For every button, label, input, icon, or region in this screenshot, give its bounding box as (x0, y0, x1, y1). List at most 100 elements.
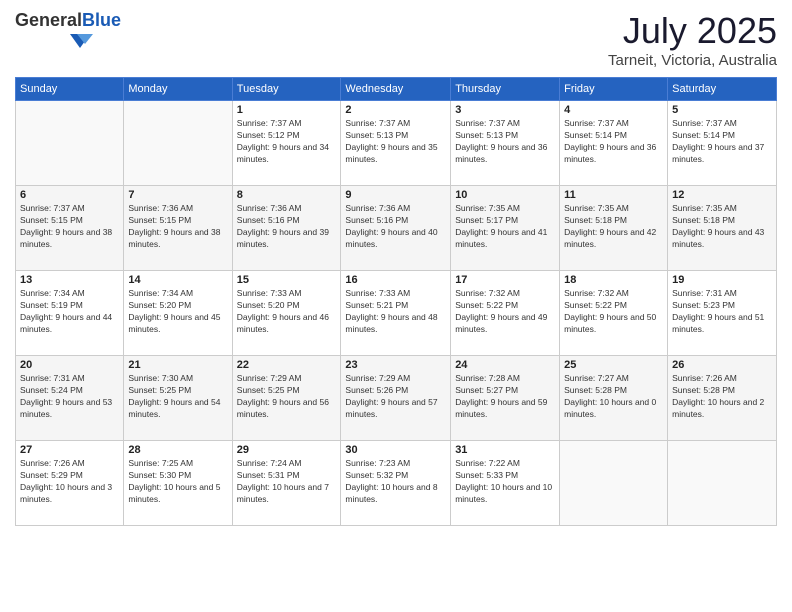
day-number: 5 (672, 104, 772, 116)
day-cell (16, 101, 124, 186)
day-cell: 25 Sunrise: 7:27 AM Sunset: 5:28 PM Dayli… (560, 356, 668, 441)
day-cell: 2Sunrise: 7:37 AM Sunset: 5:13 PM Daylig… (341, 101, 451, 186)
day-info: Sunrise: 7:36 AM Sunset: 5:16 PM Dayligh… (237, 203, 337, 251)
month-title: July 2025 (608, 10, 777, 52)
day-info: Sunrise: 7:23 AM Sunset: 5:32 PM Dayligh… (345, 458, 446, 506)
day-info: Sunrise: 7:29 AM Sunset: 5:26 PM Dayligh… (345, 373, 446, 421)
day-number: 16 (345, 274, 446, 286)
day-cell: 24 Sunrise: 7:28 AM Sunset: 5:27 PM Dayli… (451, 356, 560, 441)
day-cell: 20Sunrise: 7:31 AM Sunset: 5:24 PM Dayli… (16, 356, 124, 441)
day-cell: 15 Sunrise: 7:33 AM Sunset: 5:20 PM Dayli… (232, 271, 341, 356)
day-info: Sunrise: 7:37 AM Sunset: 5:14 PM Dayligh… (672, 118, 772, 166)
day-number: 6 (20, 189, 119, 201)
day-info: Sunrise: 7:31 AM Sunset: 5:23 PM Dayligh… (672, 288, 772, 336)
day-info: Sunrise: 7:25 AM Sunset: 5:30 PM Dayligh… (128, 458, 227, 506)
day-cell: 31 Sunrise: 7:22 AM Sunset: 5:33 PM Dayli… (451, 441, 560, 526)
day-number: 25 (564, 359, 663, 371)
day-cell: 14 Sunrise: 7:34 AM Sunset: 5:20 PM Dayli… (124, 271, 232, 356)
logo-general-text: General (15, 10, 82, 30)
day-info: Sunrise: 7:37 AM Sunset: 5:13 PM Dayligh… (345, 118, 446, 166)
day-cell: 27 Sunrise: 7:26 AM Sunset: 5:29 PM Dayli… (16, 441, 124, 526)
day-info: Sunrise: 7:37 AM Sunset: 5:12 PM Dayligh… (237, 118, 337, 166)
day-info: Sunrise: 7:29 AM Sunset: 5:25 PM Dayligh… (237, 373, 337, 421)
day-number: 20 (20, 359, 119, 371)
day-cell: 11Sunrise: 7:35 AM Sunset: 5:18 PM Dayli… (560, 186, 668, 271)
day-info: Sunrise: 7:36 AM Sunset: 5:16 PM Dayligh… (345, 203, 446, 251)
day-info: Sunrise: 7:26 AM Sunset: 5:28 PM Dayligh… (672, 373, 772, 421)
day-number: 24 (455, 359, 555, 371)
day-info: Sunrise: 7:32 AM Sunset: 5:22 PM Dayligh… (455, 288, 555, 336)
day-info: Sunrise: 7:33 AM Sunset: 5:21 PM Dayligh… (345, 288, 446, 336)
day-cell: 16 Sunrise: 7:33 AM Sunset: 5:21 PM Dayli… (341, 271, 451, 356)
day-cell: 26 Sunrise: 7:26 AM Sunset: 5:28 PM Dayli… (668, 356, 777, 441)
day-number: 3 (455, 104, 555, 116)
day-info: Sunrise: 7:26 AM Sunset: 5:29 PM Dayligh… (20, 458, 119, 506)
day-cell: 3 Sunrise: 7:37 AM Sunset: 5:13 PM Daylig… (451, 101, 560, 186)
day-cell: 18 Sunrise: 7:32 AM Sunset: 5:22 PM Dayli… (560, 271, 668, 356)
weekday-header-row: SundayMondayTuesdayWednesdayThursdayFrid… (16, 78, 777, 101)
day-info: Sunrise: 7:33 AM Sunset: 5:20 PM Dayligh… (237, 288, 337, 336)
day-cell (124, 101, 232, 186)
day-cell: 12 Sunrise: 7:35 AM Sunset: 5:18 PM Dayli… (668, 186, 777, 271)
day-cell: 4 Sunrise: 7:37 AM Sunset: 5:14 PM Daylig… (560, 101, 668, 186)
day-info: Sunrise: 7:27 AM Sunset: 5:28 PM Dayligh… (564, 373, 663, 421)
day-number: 30 (345, 444, 446, 456)
logo-blue-text: Blue (82, 10, 121, 30)
day-number: 7 (128, 189, 227, 201)
day-info: Sunrise: 7:35 AM Sunset: 5:18 PM Dayligh… (672, 203, 772, 251)
day-number: 4 (564, 104, 663, 116)
day-number: 9 (345, 189, 446, 201)
calendar-table: SundayMondayTuesdayWednesdayThursdayFrid… (15, 77, 777, 526)
day-info: Sunrise: 7:37 AM Sunset: 5:13 PM Dayligh… (455, 118, 555, 166)
day-cell: 21Sunrise: 7:30 AM Sunset: 5:25 PM Dayli… (124, 356, 232, 441)
day-cell: 19 Sunrise: 7:31 AM Sunset: 5:23 PM Dayli… (668, 271, 777, 356)
day-number: 28 (128, 444, 227, 456)
week-row-3: 13Sunrise: 7:34 AM Sunset: 5:19 PM Dayli… (16, 271, 777, 356)
day-info: Sunrise: 7:28 AM Sunset: 5:27 PM Dayligh… (455, 373, 555, 421)
day-cell: 6Sunrise: 7:37 AM Sunset: 5:15 PM Daylig… (16, 186, 124, 271)
day-info: Sunrise: 7:22 AM Sunset: 5:33 PM Dayligh… (455, 458, 555, 506)
day-number: 10 (455, 189, 555, 201)
day-number: 31 (455, 444, 555, 456)
weekday-header-tuesday: Tuesday (232, 78, 341, 101)
day-number: 21 (128, 359, 227, 371)
day-cell: 23 Sunrise: 7:29 AM Sunset: 5:26 PM Dayli… (341, 356, 451, 441)
day-number: 14 (128, 274, 227, 286)
day-info: Sunrise: 7:34 AM Sunset: 5:20 PM Dayligh… (128, 288, 227, 336)
day-number: 1 (237, 104, 337, 116)
day-info: Sunrise: 7:36 AM Sunset: 5:15 PM Dayligh… (128, 203, 227, 251)
day-cell: 7 Sunrise: 7:36 AM Sunset: 5:15 PM Daylig… (124, 186, 232, 271)
calendar-page: GeneralBlue July 2025 Tarneit, Victoria,… (0, 0, 792, 612)
day-info: Sunrise: 7:35 AM Sunset: 5:18 PM Dayligh… (564, 203, 663, 251)
day-cell: 13Sunrise: 7:34 AM Sunset: 5:19 PM Dayli… (16, 271, 124, 356)
week-row-1: 1 Sunrise: 7:37 AM Sunset: 5:12 PM Daylig… (16, 101, 777, 186)
day-cell: 1 Sunrise: 7:37 AM Sunset: 5:12 PM Daylig… (232, 101, 341, 186)
logo-icon (15, 32, 95, 50)
day-cell: 10Sunrise: 7:35 AM Sunset: 5:17 PM Dayli… (451, 186, 560, 271)
day-number: 27 (20, 444, 119, 456)
day-number: 26 (672, 359, 772, 371)
weekday-header-wednesday: Wednesday (341, 78, 451, 101)
day-number: 15 (237, 274, 337, 286)
day-cell: 28 Sunrise: 7:25 AM Sunset: 5:30 PM Dayli… (124, 441, 232, 526)
day-cell (668, 441, 777, 526)
weekday-header-sunday: Sunday (16, 78, 124, 101)
day-number: 12 (672, 189, 772, 201)
day-number: 8 (237, 189, 337, 201)
day-info: Sunrise: 7:24 AM Sunset: 5:31 PM Dayligh… (237, 458, 337, 506)
location-subtitle: Tarneit, Victoria, Australia (608, 52, 777, 69)
day-cell: 17 Sunrise: 7:32 AM Sunset: 5:22 PM Dayli… (451, 271, 560, 356)
day-number: 19 (672, 274, 772, 286)
day-info: Sunrise: 7:32 AM Sunset: 5:22 PM Dayligh… (564, 288, 663, 336)
day-info: Sunrise: 7:37 AM Sunset: 5:14 PM Dayligh… (564, 118, 663, 166)
day-cell: 30 Sunrise: 7:23 AM Sunset: 5:32 PM Dayli… (341, 441, 451, 526)
week-row-2: 6Sunrise: 7:37 AM Sunset: 5:15 PM Daylig… (16, 186, 777, 271)
weekday-header-monday: Monday (124, 78, 232, 101)
day-number: 18 (564, 274, 663, 286)
day-info: Sunrise: 7:34 AM Sunset: 5:19 PM Dayligh… (20, 288, 119, 336)
day-cell: 29Sunrise: 7:24 AM Sunset: 5:31 PM Dayli… (232, 441, 341, 526)
day-cell: 8 Sunrise: 7:36 AM Sunset: 5:16 PM Daylig… (232, 186, 341, 271)
day-number: 23 (345, 359, 446, 371)
week-row-5: 27 Sunrise: 7:26 AM Sunset: 5:29 PM Dayli… (16, 441, 777, 526)
day-number: 17 (455, 274, 555, 286)
